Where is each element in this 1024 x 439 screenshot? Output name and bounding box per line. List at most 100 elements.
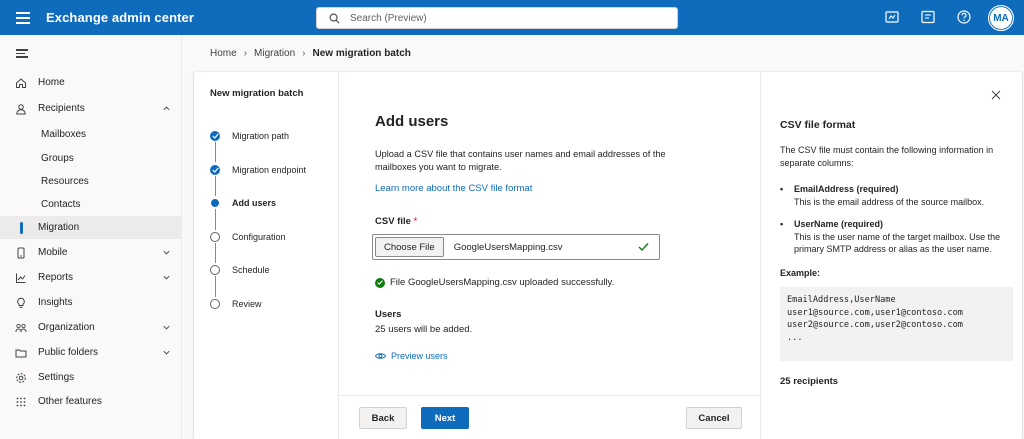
recipients-count: 25 recipients — [780, 376, 839, 387]
step-label: Review — [232, 299, 262, 309]
nav-label: Organization — [38, 322, 95, 333]
required-mark: * — [413, 216, 418, 227]
preview-users-link[interactable]: Preview users — [375, 351, 448, 361]
app-title[interactable]: Exchange admin center — [46, 10, 194, 25]
nav-label: Contacts — [41, 199, 81, 210]
step-connector — [214, 276, 216, 297]
search-icon — [329, 13, 340, 23]
breadcrumb-separator-icon: › — [243, 48, 248, 59]
nav-label: Public folders — [38, 347, 99, 358]
step-review[interactable]: Review — [210, 297, 262, 311]
bullet-title: EmailAddress (required) — [794, 184, 899, 194]
step-configuration[interactable]: Configuration — [210, 230, 286, 244]
nav-item-insights[interactable]: Insights — [0, 291, 182, 314]
top-bar: Exchange admin center Search (Preview) M… — [0, 0, 1024, 35]
nav-label: Mailboxes — [41, 129, 87, 140]
csv-file-label: CSV file * — [375, 216, 417, 227]
chart-icon — [16, 273, 26, 283]
bullet-description: This is the email address of the source … — [794, 196, 985, 207]
mobile-icon — [17, 247, 25, 258]
step-connector — [214, 243, 216, 263]
preview-users-label: Preview users — [391, 351, 448, 361]
nav-item-other-features[interactable]: Other features — [0, 390, 182, 413]
nav-item-contacts[interactable]: Contacts — [0, 193, 182, 216]
csv-format-pane: CSV file format The CSV file must contai… — [760, 72, 1022, 439]
chevron-down-icon[interactable] — [162, 323, 171, 332]
step-connector — [214, 176, 216, 196]
nav-label: Other features — [38, 396, 102, 407]
close-icon[interactable] — [991, 90, 1001, 100]
person-icon — [16, 103, 26, 114]
step-label: Migration path — [232, 131, 290, 141]
wizard-content: Add users Upload a CSV file that contain… — [339, 72, 760, 439]
nav-item-recipients[interactable]: Recipients — [0, 97, 182, 120]
step-connector — [214, 209, 216, 230]
avatar[interactable]: MA — [988, 5, 1014, 31]
pane-title: CSV file format — [780, 119, 856, 131]
example-code: EmailAddress,UserName user1@source.com,u… — [780, 287, 1013, 361]
cancel-button[interactable]: Cancel — [686, 407, 742, 429]
step-label: Schedule — [232, 265, 270, 275]
bullet-description: This is the user name of the target mail… — [794, 231, 1001, 255]
search-input[interactable]: Search (Preview) — [316, 7, 678, 29]
bullet-dot-icon: • — [780, 184, 784, 194]
search-placeholder: Search (Preview) — [350, 12, 427, 24]
dashboard-icon[interactable] — [884, 9, 900, 25]
gear-icon — [16, 372, 26, 383]
app-launcher-icon[interactable] — [16, 11, 30, 24]
chevron-down-icon[interactable] — [162, 348, 171, 357]
step-current-icon — [211, 199, 219, 207]
nav-item-organization[interactable]: Organization — [0, 316, 182, 339]
learn-more-link[interactable]: Learn more about the CSV file format — [375, 183, 532, 194]
nav-item-resources[interactable]: Resources — [0, 170, 182, 193]
breadcrumb-separator-icon: › — [302, 48, 306, 59]
nav-item-home[interactable]: Home — [0, 71, 182, 94]
bullet-title: UserName (required) — [794, 219, 884, 229]
nav-item-migration[interactable]: Migration — [0, 216, 182, 239]
nav-item-settings[interactable]: Settings — [0, 366, 182, 389]
nav-label: Migration — [38, 222, 80, 233]
step-pending-icon — [210, 265, 220, 275]
step-migration-path[interactable]: Migration path — [210, 129, 289, 143]
upload-success-message: File GoogleUsersMapping.csv uploaded suc… — [375, 277, 614, 288]
chevron-up-icon[interactable] — [162, 104, 171, 113]
nav-label: Settings — [38, 372, 75, 383]
chevron-down-icon[interactable] — [162, 273, 171, 282]
bullet-user-name: • UserName (required) This is the user n… — [780, 218, 1015, 256]
step-label: Configuration — [232, 232, 286, 242]
breadcrumb-current: New migration batch — [312, 48, 411, 59]
example-heading: Example: — [780, 268, 821, 278]
nav-label: Insights — [38, 297, 73, 308]
step-schedule[interactable]: Schedule — [210, 263, 270, 277]
next-button[interactable]: Next — [421, 407, 469, 429]
chevron-down-icon[interactable] — [162, 248, 171, 257]
collapse-nav-icon[interactable] — [16, 49, 28, 58]
users-heading: Users — [375, 309, 402, 320]
step-connector — [214, 142, 216, 162]
step-pending-icon — [210, 232, 220, 242]
csv-label-text: CSV file — [375, 216, 411, 227]
left-nav: Home Recipients Mailboxes Groups Resourc… — [0, 35, 182, 439]
nav-item-public-folders[interactable]: Public folders — [0, 341, 182, 364]
wizard-panel: New migration batch Migration path Migra… — [194, 72, 1022, 439]
step-pending-icon — [210, 299, 220, 309]
nav-label: Groups — [41, 153, 74, 164]
page-title: Add users — [375, 113, 449, 130]
choose-file-button[interactable]: Choose File — [375, 237, 444, 257]
message-icon[interactable] — [920, 9, 936, 25]
nav-item-groups[interactable]: Groups — [0, 147, 182, 170]
step-add-users[interactable]: Add users — [210, 196, 276, 210]
nav-item-mailboxes[interactable]: Mailboxes — [0, 123, 182, 146]
breadcrumb-migration[interactable]: Migration — [254, 48, 295, 59]
check-icon — [638, 243, 649, 252]
nav-item-reports[interactable]: Reports — [0, 266, 182, 289]
bullet-dot-icon: • — [780, 219, 784, 229]
back-button[interactable]: Back — [359, 407, 407, 429]
nav-item-mobile[interactable]: Mobile — [0, 241, 182, 264]
success-icon — [375, 277, 385, 288]
step-migration-endpoint[interactable]: Migration endpoint — [210, 163, 306, 177]
help-icon[interactable] — [956, 9, 972, 25]
bullet-email-address: • EmailAddress (required) This is the em… — [780, 183, 1015, 208]
breadcrumb-home[interactable]: Home — [210, 48, 237, 59]
csv-file-input[interactable]: Choose File GoogleUsersMapping.csv — [372, 234, 660, 260]
